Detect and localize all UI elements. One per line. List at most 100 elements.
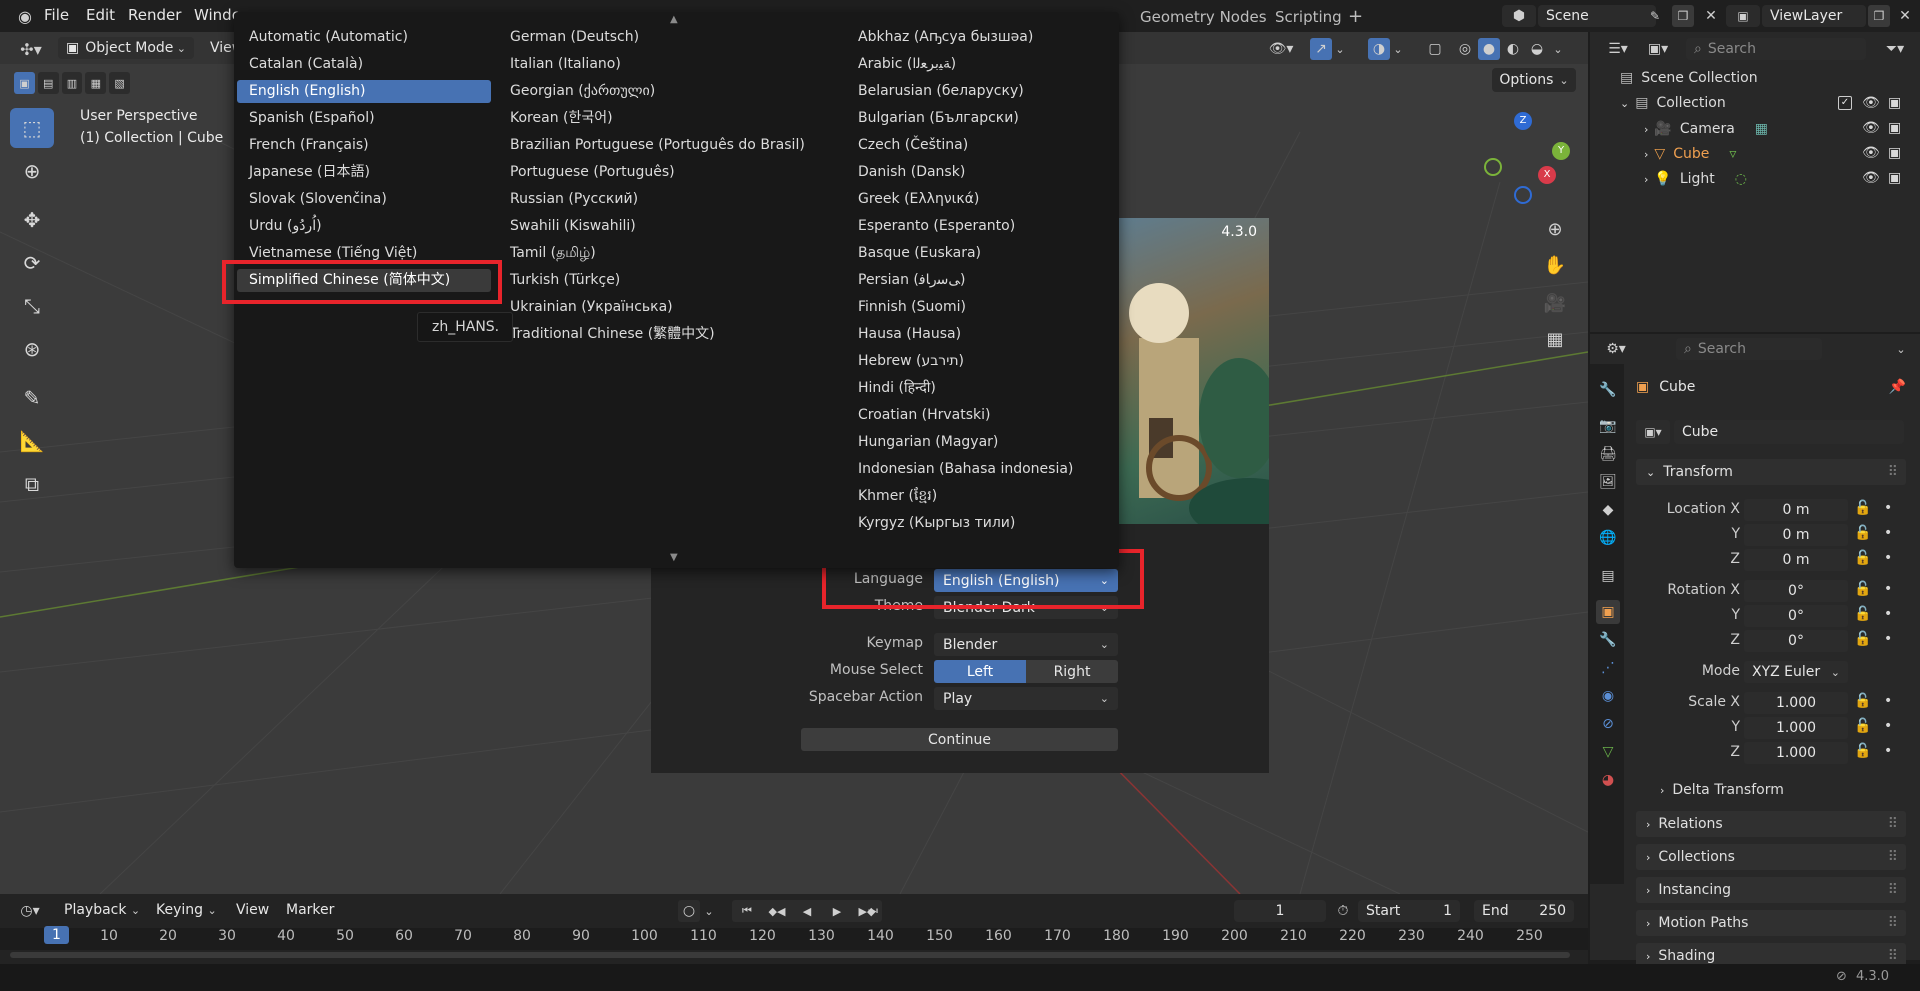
new-scene-icon[interactable]: ❐ [1672, 5, 1694, 27]
camera-render-icon[interactable]: ▣ [1888, 95, 1901, 111]
keyframe-dot-icon[interactable]: • [1884, 631, 1892, 647]
location-z-field[interactable]: 0 m [1744, 549, 1848, 571]
language-option[interactable]: Portuguese (Português) [498, 161, 818, 184]
language-option[interactable]: Catalan (Català) [237, 53, 491, 76]
language-option[interactable]: Traditional Chinese (繁體中文) [498, 323, 818, 346]
transform-section-header[interactable]: ⌄ Transform ⠿ [1636, 459, 1906, 485]
visibility-icon[interactable]: 👁▾ [1266, 38, 1296, 60]
spacebar-action-dropdown[interactable]: Play ⌄ [934, 687, 1118, 710]
end-frame-field[interactable]: End 250 [1474, 900, 1574, 922]
select-box-icon[interactable]: ⬚ [10, 108, 54, 148]
world-tab-icon[interactable]: 🌐 [1596, 526, 1620, 550]
keyframe-dot-icon[interactable]: • [1884, 525, 1892, 541]
lock-icon[interactable]: 🔓 [1854, 631, 1871, 647]
timeline-editor-icon[interactable]: ◷▾ [12, 900, 48, 922]
drag-handle-icon[interactable]: ⠿ [1888, 849, 1898, 865]
current-frame-field[interactable]: 1 [1234, 900, 1326, 922]
select-new-icon[interactable]: ▣ [14, 72, 35, 94]
properties-section-header[interactable]: › Collections ⠿ [1636, 844, 1906, 870]
outliner-search-input[interactable]: ⌕ Search [1686, 38, 1866, 60]
rotate-icon[interactable]: ⟳ [10, 243, 54, 283]
measure-icon[interactable]: 📐 [10, 421, 54, 461]
gizmo-z-axis[interactable]: Z [1514, 112, 1532, 130]
pin-icon[interactable]: ✎ [1646, 5, 1664, 27]
scroll-up-icon[interactable]: ▲ [670, 14, 678, 25]
modifier-tab-icon[interactable]: 🔧 [1596, 628, 1620, 652]
keyframe-dot-icon[interactable]: • [1884, 606, 1892, 622]
marker-menu[interactable]: Marker [286, 902, 334, 918]
rotation-x-field[interactable]: 0° [1744, 580, 1848, 602]
solid-shading-icon[interactable]: ● [1478, 38, 1500, 60]
chevron-down-icon[interactable]: ⌄ [1390, 38, 1406, 60]
tab-scripting[interactable]: Scripting [1275, 8, 1342, 26]
select-subtract-icon[interactable]: ▥ [61, 72, 83, 94]
select-invert-icon[interactable]: ▦ [85, 72, 107, 94]
rotation-mode-dropdown[interactable]: XYZ Euler ⌄ [1744, 661, 1848, 683]
scale-icon[interactable]: ⤡ [10, 286, 54, 326]
scale-z-field[interactable]: 1.000 [1744, 742, 1848, 764]
collection-row[interactable]: ⌄ ▤ Collection [1620, 91, 1726, 115]
gizmo-y-axis[interactable]: Y [1552, 142, 1570, 160]
drag-handle-icon[interactable]: ⠿ [1888, 948, 1898, 964]
pin-icon[interactable]: 📌 [1889, 379, 1906, 395]
lock-icon[interactable]: 🔓 [1854, 525, 1871, 541]
start-frame-field[interactable]: Start 1 [1358, 900, 1460, 922]
lock-icon[interactable]: 🔓 [1854, 550, 1871, 566]
language-option[interactable]: Croatian (Hrvatski) [846, 404, 1106, 427]
properties-section-header[interactable]: › Relations ⠿ [1636, 811, 1906, 837]
language-option[interactable]: Russian (Русский) [498, 188, 818, 211]
physics-tab-icon[interactable]: ◉ [1596, 684, 1620, 708]
chevron-down-icon[interactable]: ⌄ [1550, 38, 1566, 60]
menu-file[interactable]: File [44, 6, 69, 24]
select-extend-icon[interactable]: ▤ [37, 72, 59, 94]
language-option[interactable]: Finnish (Suomi) [846, 296, 1106, 319]
language-option[interactable]: Danish (Dansk) [846, 161, 1106, 184]
blender-logo-icon[interactable]: ◉ [14, 6, 36, 26]
language-option[interactable]: Esperanto (Esperanto) [846, 215, 1106, 238]
editor-type-icon[interactable]: ✣▾ [12, 38, 50, 60]
overlays-icon[interactable]: ◑ [1368, 38, 1390, 60]
zoom-icon[interactable]: ⊕ [1542, 216, 1568, 242]
scene-tab-icon[interactable]: ◆ [1596, 498, 1620, 522]
eye-icon[interactable]: 👁 [1862, 145, 1880, 161]
play-reverse-icon[interactable]: ◀ [792, 900, 822, 922]
keyframe-dot-icon[interactable]: • [1884, 500, 1892, 516]
camera-view-icon[interactable]: 🎥 [1542, 290, 1568, 316]
annotate-icon[interactable]: ✎ [10, 378, 54, 418]
prev-keyframe-icon[interactable]: ◆◀ [762, 900, 792, 922]
keyframe-dot-icon[interactable]: • [1884, 743, 1892, 759]
collection-tab-icon[interactable]: ▤ [1596, 564, 1620, 588]
render-tab-icon[interactable]: 📷 [1596, 414, 1620, 438]
playback-menu[interactable]: Playback ⌄ [64, 902, 140, 918]
properties-search-input[interactable]: ⌕ Search [1676, 338, 1822, 360]
language-option[interactable]: Kyrgyz (Кыргыз тили) [846, 512, 1106, 535]
language-option[interactable]: Persian (ﯽﺳﺭﺎﻓ) [846, 269, 1106, 292]
scene-type-icon[interactable]: ⬢ [1502, 5, 1536, 27]
timeline-scrollbar[interactable] [10, 952, 1570, 958]
menu-edit[interactable]: Edit [86, 6, 115, 24]
view-layer-field[interactable]: ViewLayer [1762, 5, 1866, 27]
chevron-down-icon[interactable]: ⌄ [700, 900, 718, 922]
chevron-down-icon[interactable]: ⌄ [1332, 38, 1348, 60]
language-option[interactable]: Greek (Ελληνικά) [846, 188, 1106, 211]
scale-x-field[interactable]: 1.000 [1744, 692, 1848, 714]
location-x-field[interactable]: 0 m [1744, 499, 1848, 521]
language-option[interactable]: Korean (한국어) [498, 107, 818, 130]
menu-render[interactable]: Render [128, 6, 181, 24]
language-option[interactable]: Japanese (日本語) [237, 161, 491, 184]
outliner-item-camera[interactable]: › 🎥 Camera ▦ [1644, 117, 1768, 141]
new-view-layer-icon[interactable]: ❐ [1868, 5, 1890, 27]
filter-icon[interactable]: ⏷▾ [1878, 38, 1912, 60]
continue-button[interactable]: Continue [801, 728, 1118, 751]
language-option[interactable]: Indonesian (Bahasa indonesia) [846, 458, 1106, 481]
object-mode-dropdown[interactable]: ▣ Object Mode ⌄ [58, 37, 194, 59]
language-option[interactable]: Hausa (Hausa) [846, 323, 1106, 346]
language-option[interactable]: Hindi (हिन्दी) [846, 377, 1106, 400]
properties-section-header[interactable]: › Motion Paths ⠿ [1636, 910, 1906, 936]
mouse-select-left-button[interactable]: Left [934, 660, 1026, 683]
drag-handle-icon[interactable]: ⠿ [1888, 882, 1898, 898]
material-shading-icon[interactable]: ◐ [1502, 38, 1524, 60]
language-option[interactable]: Urdu (اُردُو) [237, 215, 491, 238]
language-option[interactable]: Tamil (தமிழ்) [498, 242, 818, 265]
delete-scene-icon[interactable]: ✕ [1700, 5, 1722, 27]
